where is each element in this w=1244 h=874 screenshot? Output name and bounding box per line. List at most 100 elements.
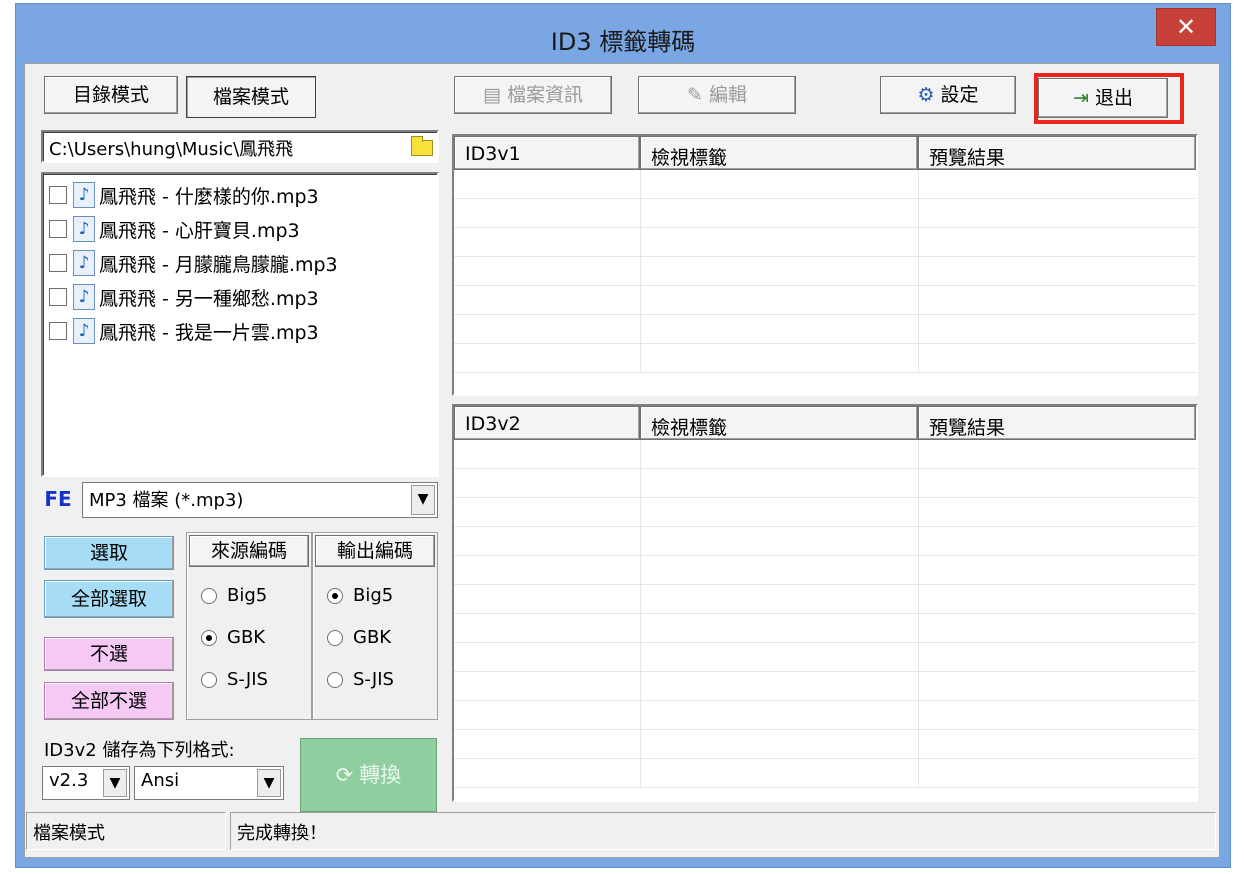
table-row[interactable] (454, 730, 1196, 759)
source-encoding-header: 來源編碼 (189, 535, 309, 567)
file-checkbox[interactable] (49, 220, 67, 238)
title-bar: ID3 標籤轉碼 ✕ (16, 4, 1230, 64)
dir-mode-button[interactable]: 目錄模式 (44, 76, 178, 114)
file-filter-label: FE (44, 487, 72, 511)
radio-dot[interactable] (201, 587, 217, 604)
deselect-button[interactable]: 不選 (44, 637, 174, 671)
version-select[interactable]: v2.3 ▼ (42, 766, 130, 800)
file-mode-button[interactable]: 檔案模式 (186, 76, 316, 118)
deselect-all-button[interactable]: 全部不選 (44, 682, 174, 720)
table-row[interactable] (454, 228, 1196, 257)
table-row[interactable] (454, 170, 1196, 199)
edit-button[interactable]: ✎ 編輯 (638, 76, 796, 114)
convert-button[interactable]: ⟳ 轉換 (300, 738, 437, 812)
folder-icon[interactable] (411, 136, 433, 156)
radio-dot-selected[interactable] (201, 629, 217, 646)
radio-label: Big5 (227, 585, 268, 606)
file-name: 鳳飛飛 - 另一種鄉愁.mp3 (99, 287, 319, 310)
status-message: 完成轉換！ (230, 812, 1216, 850)
charset-value: Ansi (141, 770, 180, 791)
radio-dot[interactable] (327, 629, 343, 646)
radio-label: GBK (353, 627, 392, 648)
column-header[interactable]: ID3v1 (454, 136, 640, 170)
column-header[interactable]: 檢視標籤 (640, 406, 918, 440)
charset-select[interactable]: Ansi ▼ (134, 766, 284, 800)
path-text: C:\Users\hung\Music\鳳飛飛 (49, 139, 294, 160)
radio-label: Big5 (353, 585, 394, 606)
path-field[interactable]: C:\Users\hung\Music\鳳飛飛 (41, 130, 439, 163)
file-info-icon: ▤ (483, 84, 501, 106)
dropdown-arrow-icon[interactable]: ▼ (257, 769, 281, 797)
radio-dot[interactable] (327, 671, 343, 688)
source-radio-big5[interactable]: Big5 (201, 585, 267, 606)
file-name: 鳳飛飛 - 我是一片雲.mp3 (99, 321, 319, 344)
column-header[interactable]: 預覽結果 (918, 136, 1196, 170)
source-radio-gbk[interactable]: GBK (201, 627, 265, 648)
list-item[interactable]: ♪ 鳳飛飛 - 我是一片雲.mp3 (49, 314, 431, 348)
list-item[interactable]: ♪ 鳳飛飛 - 另一種鄉愁.mp3 (49, 280, 431, 314)
settings-button[interactable]: ⚙ 設定 (880, 76, 1016, 114)
table-row[interactable] (454, 315, 1196, 344)
id3v2-grid[interactable]: ID3v2 檢視標籤 預覽結果 (452, 404, 1198, 802)
select-button[interactable]: 選取 (44, 536, 174, 570)
audio-file-icon: ♪ (73, 182, 95, 208)
table-row[interactable] (454, 556, 1196, 585)
source-radio-sjis[interactable]: S-JIS (201, 669, 268, 690)
file-name: 鳳飛飛 - 什麼樣的你.mp3 (99, 185, 319, 208)
audio-file-icon: ♪ (73, 250, 95, 276)
table-row[interactable] (454, 672, 1196, 701)
table-row[interactable] (454, 643, 1196, 672)
file-name: 鳳飛飛 - 心肝寶貝.mp3 (99, 219, 300, 242)
convert-label: 轉換 (359, 763, 402, 787)
file-list[interactable]: ♪ 鳳飛飛 - 什麼樣的你.mp3 ♪ 鳳飛飛 - 心肝寶貝.mp3 ♪ 鳳飛飛 - … (41, 172, 439, 477)
table-row[interactable] (454, 527, 1196, 556)
output-radio-gbk[interactable]: GBK (327, 627, 391, 648)
audio-file-icon: ♪ (73, 216, 95, 242)
dropdown-arrow-icon[interactable]: ▼ (103, 769, 127, 797)
table-row[interactable] (454, 498, 1196, 527)
file-checkbox[interactable] (49, 254, 67, 272)
output-encoding-group: 輸出編碼 Big5 GBK S-JIS (312, 532, 438, 720)
close-button[interactable]: ✕ (1156, 8, 1216, 46)
file-checkbox[interactable] (49, 322, 67, 340)
radio-label: S-JIS (353, 669, 394, 690)
exit-highlight-box (1034, 73, 1184, 124)
output-radio-sjis[interactable]: S-JIS (327, 669, 394, 690)
list-item[interactable]: ♪ 鳳飛飛 - 心肝寶貝.mp3 (49, 212, 431, 246)
select-all-button[interactable]: 全部選取 (44, 580, 174, 618)
file-info-button[interactable]: ▤ 檔案資訊 (454, 76, 612, 114)
audio-file-icon: ♪ (73, 284, 95, 310)
table-row[interactable] (454, 286, 1196, 315)
id3v1-grid-header: ID3v1 檢視標籤 預覽結果 (454, 136, 1196, 170)
radio-dot[interactable] (201, 671, 217, 688)
output-radio-big5[interactable]: Big5 (327, 585, 393, 606)
column-header[interactable]: ID3v2 (454, 406, 640, 440)
file-checkbox[interactable] (49, 288, 67, 306)
table-row[interactable] (454, 440, 1196, 469)
column-header[interactable]: 檢視標籤 (640, 136, 918, 170)
list-item[interactable]: ♪ 鳳飛飛 - 月朦朧鳥朦朧.mp3 (49, 246, 431, 280)
list-item[interactable]: ♪ 鳳飛飛 - 什麼樣的你.mp3 (49, 178, 431, 212)
table-row[interactable] (454, 469, 1196, 498)
file-filter-select[interactable]: MP3 檔案 (*.mp3) ▼ (82, 482, 438, 518)
table-row[interactable] (454, 344, 1196, 373)
table-row[interactable] (454, 759, 1196, 788)
table-row[interactable] (454, 199, 1196, 228)
file-checkbox[interactable] (49, 186, 67, 204)
file-filter-value: MP3 檔案 (*.mp3) (89, 490, 244, 511)
table-row[interactable] (454, 257, 1196, 286)
table-row[interactable] (454, 614, 1196, 643)
table-row[interactable] (454, 585, 1196, 614)
dropdown-arrow-icon[interactable]: ▼ (411, 485, 435, 515)
edit-icon: ✎ (687, 84, 703, 106)
file-name: 鳳飛飛 - 月朦朧鳥朦朧.mp3 (99, 253, 338, 276)
radio-dot-selected[interactable] (327, 587, 343, 604)
save-format-label: ID3v2 儲存為下列格式: (44, 740, 235, 761)
refresh-icon: ⟳ (335, 763, 354, 787)
settings-icon: ⚙ (917, 84, 935, 106)
audio-file-icon: ♪ (73, 318, 95, 344)
column-header[interactable]: 預覽結果 (918, 406, 1196, 440)
id3v1-grid[interactable]: ID3v1 檢視標籤 預覽結果 (452, 134, 1198, 396)
id3v1-grid-body (454, 170, 1196, 373)
table-row[interactable] (454, 701, 1196, 730)
